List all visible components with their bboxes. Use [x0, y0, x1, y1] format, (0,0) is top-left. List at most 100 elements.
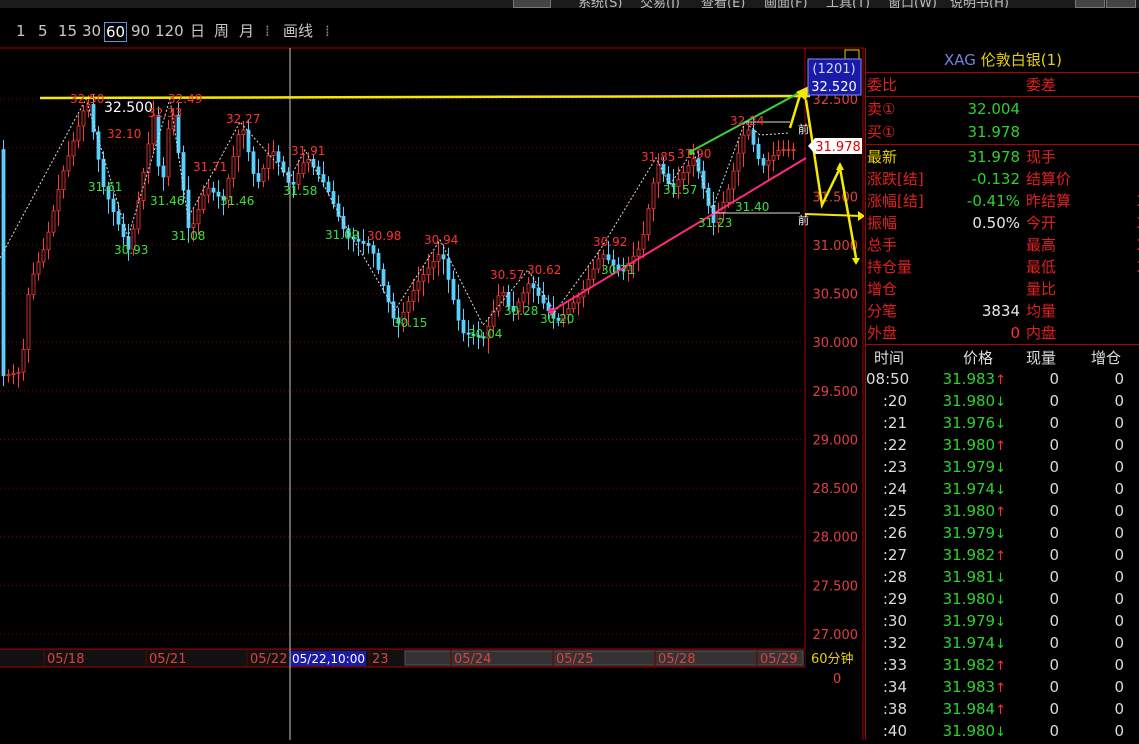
candle-body	[636, 248, 641, 257]
tick-row[interactable]: :34 31.983↑ 0 0	[866, 676, 1139, 698]
tick-volume: 0	[1049, 414, 1059, 432]
trough-label: 30.71	[601, 263, 635, 277]
restore-button[interactable]	[1075, 0, 1105, 8]
peak-label: 32.24	[730, 114, 764, 128]
forecast-arrow	[804, 99, 858, 259]
menu-window[interactable]: 窗口(W)	[888, 0, 937, 8]
tick-time: :33	[882, 656, 907, 674]
tick-row[interactable]: :33 31.982↑ 0 0	[866, 654, 1139, 676]
tick-row[interactable]: :23 31.979↓ 0 0	[866, 456, 1139, 478]
quote-label: 分笔	[867, 302, 898, 320]
trough-label: 31.09	[325, 228, 359, 242]
y-tick-label: 30.000	[813, 336, 859, 351]
tick-row[interactable]: :20 31.980↓ 0 0	[866, 390, 1139, 412]
tick-oi: 0	[1114, 678, 1124, 696]
y-tick-label: 28.000	[813, 531, 859, 546]
tick-row[interactable]: :40 31.980↓ 0 0	[866, 720, 1139, 742]
volume-axis-label: 0	[833, 672, 841, 687]
tick-volume: 0	[1049, 700, 1059, 718]
candle-body	[431, 260, 436, 269]
candle-body	[296, 173, 301, 185]
trough-label: 30.04	[468, 327, 502, 341]
tick-price: 31.979	[942, 612, 996, 630]
candle-body	[601, 254, 606, 260]
y-tick-label: 29.500	[813, 385, 859, 400]
arrowhead-icon	[852, 258, 860, 265]
up-arrow-icon: ↑	[995, 659, 1006, 674]
tick-row[interactable]: :29 31.980↓ 0 0	[866, 588, 1139, 610]
tick-volume: 0	[1049, 612, 1059, 630]
candle-body	[751, 129, 756, 145]
down-arrow-icon: ↓	[995, 461, 1006, 476]
x-tick-label: 23	[372, 652, 389, 667]
candle-body	[576, 296, 581, 304]
candle-body	[96, 131, 101, 160]
tick-row[interactable]: :38 31.984↑ 0 0	[866, 698, 1139, 720]
close-button[interactable]	[1106, 0, 1136, 8]
tick-price-cell: 31.980↓	[928, 390, 1006, 414]
candle-body	[26, 294, 31, 350]
candle-body	[206, 187, 211, 196]
bid-row[interactable]: 买① 31.978	[866, 121, 1139, 143]
tick-row[interactable]: :25 31.980↑ 0 0	[866, 500, 1139, 522]
candle-body	[786, 149, 791, 151]
peak-label: 31.85	[641, 150, 675, 164]
peak-label: 31.90	[677, 147, 711, 161]
candle-body	[16, 371, 21, 374]
quote-label: 总手	[867, 236, 898, 254]
tick-row[interactable]: :24 31.974↓ 0 0	[866, 478, 1139, 500]
ask-row[interactable]: 卖① 32.004	[866, 98, 1139, 120]
trough-label: 31.57	[663, 183, 697, 197]
tick-price-cell: 31.981↓	[928, 566, 1006, 590]
candle-body	[371, 245, 376, 254]
tick-price-cell: 31.980↑	[928, 500, 1006, 524]
tick-oi: 0	[1114, 590, 1124, 608]
candle-body	[436, 254, 441, 262]
candle-body	[756, 143, 761, 159]
down-arrow-icon: ↓	[995, 637, 1006, 652]
peak-label: 31.71	[193, 160, 227, 174]
tick-row[interactable]: :30 31.979↓ 0 0	[866, 610, 1139, 632]
peak-label: 30.62	[527, 263, 561, 277]
tick-time: :25	[882, 502, 907, 520]
trough-label: 31.61	[88, 180, 122, 194]
quote-row: 持仓量最低3	[866, 256, 1139, 278]
tick-row[interactable]: :21 31.976↓ 0 0	[866, 412, 1139, 434]
tick-row[interactable]: :27 31.982↑ 0 0	[866, 544, 1139, 566]
tick-price: 31.983	[942, 370, 996, 388]
quote-row: 涨跌[结] -0.132 结算价	[866, 168, 1139, 190]
menu-help[interactable]: 说明书(H)	[950, 0, 1009, 8]
quote-label: 昨结算	[1026, 192, 1072, 210]
candle-body	[726, 188, 731, 203]
col-volume: 现量	[1026, 349, 1057, 367]
trough-label: 31.08	[171, 229, 205, 243]
y-tick-label: 28.500	[813, 482, 859, 497]
x-tick-label: 05/22	[250, 652, 287, 667]
tick-time: :28	[882, 568, 907, 586]
candle-body	[366, 243, 371, 246]
front-mark: 前	[798, 122, 809, 136]
peak-label: 32.10	[107, 127, 141, 141]
candle-body	[451, 278, 456, 301]
candle-body	[51, 210, 56, 233]
quote-value: 0	[1010, 324, 1020, 342]
tick-price-cell: 31.980↑	[928, 434, 1006, 458]
symbol-code: XAG	[944, 51, 976, 69]
candle-body	[376, 252, 381, 270]
peak-label: 30.92	[593, 235, 627, 249]
tick-row[interactable]: :32 31.974↓ 0 0	[866, 632, 1139, 654]
down-arrow-icon: ↓	[995, 571, 1006, 586]
trough-label: 30.93	[114, 243, 148, 257]
quote-label: 最低	[1026, 258, 1057, 276]
tick-row[interactable]: 08:50 31.983↑ 0 0	[866, 368, 1139, 390]
quote-panel: XAG 伦敦白银(1) 委比 委差 卖① 32.004 买① 31.978 最新…	[865, 48, 1139, 740]
price-chart[interactable]: 32.50032.00031.50031.00030.50030.00029.5…	[0, 0, 864, 740]
candle-body	[681, 172, 686, 181]
symbol-suffix: (1)	[1040, 51, 1062, 69]
tick-oi: 0	[1114, 502, 1124, 520]
candle-body	[76, 125, 81, 142]
tick-row[interactable]: :28 31.981↓ 0 0	[866, 566, 1139, 588]
x-tick-label: 05/25	[556, 652, 593, 667]
tick-row[interactable]: :22 31.980↑ 0 0	[866, 434, 1139, 456]
tick-row[interactable]: :26 31.979↓ 0 0	[866, 522, 1139, 544]
